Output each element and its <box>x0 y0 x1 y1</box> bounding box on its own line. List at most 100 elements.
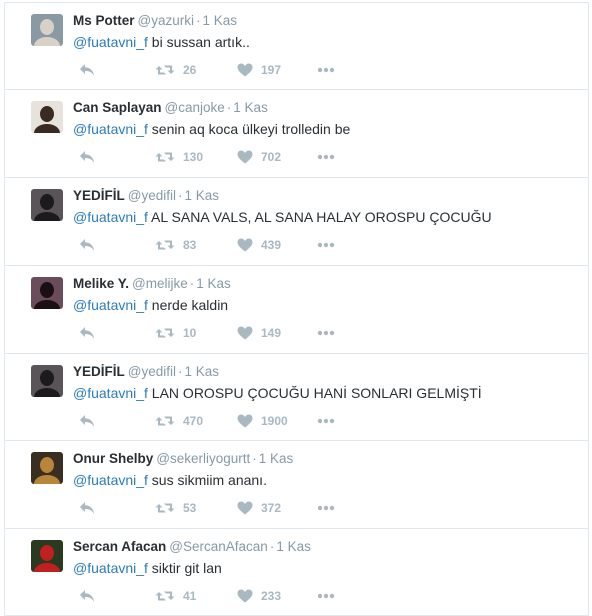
username[interactable]: @yedifil <box>128 364 176 379</box>
username[interactable]: @SercanAfacan <box>169 539 268 554</box>
reply-button[interactable] <box>79 235 95 255</box>
display-name[interactable]: YEDİFİL <box>73 188 125 203</box>
tweet-item[interactable]: Sercan Afacan @SercanAfacan · 1 Kas @fuatavn… <box>4 529 589 616</box>
retweet-button[interactable]: 53 <box>155 498 196 518</box>
mention-link[interactable]: @fuatavni_f <box>73 34 148 50</box>
more-dots-icon <box>317 154 335 160</box>
display-name[interactable]: Ms Potter <box>73 13 135 28</box>
tweet-header: Can Saplayan @canjoke · 1 Kas <box>73 100 268 115</box>
avatar[interactable] <box>31 101 63 133</box>
separator-dot: · <box>252 451 257 466</box>
like-button[interactable]: 702 <box>237 147 281 167</box>
tweet-item[interactable]: Can Saplayan @canjoke · 1 Kas @fuatavni_f se… <box>4 90 589 178</box>
reply-button[interactable] <box>79 60 95 80</box>
tweet-item[interactable]: Ms Potter @yazurki · 1 Kas @fuatavni_f bi su… <box>4 2 589 90</box>
reply-button[interactable] <box>79 147 95 167</box>
display-name[interactable]: YEDİFİL <box>73 364 125 379</box>
more-button[interactable] <box>317 411 335 431</box>
tweet-body: nerde kaldin <box>147 297 229 313</box>
retweet-icon <box>155 589 175 603</box>
like-button[interactable]: 197 <box>237 60 281 80</box>
retweet-icon <box>155 414 175 428</box>
mention-link[interactable]: @fuatavni_f <box>73 472 148 488</box>
tweet-actions: 26 197 <box>73 60 373 80</box>
separator-dot: · <box>189 276 195 291</box>
retweet-button[interactable]: 83 <box>155 235 196 255</box>
like-button[interactable]: 149 <box>237 323 281 343</box>
avatar[interactable] <box>31 189 63 221</box>
timestamp[interactable]: 1 Kas <box>185 188 220 203</box>
reply-icon <box>79 589 95 603</box>
heart-icon <box>237 238 253 252</box>
retweet-button[interactable]: 10 <box>155 323 196 343</box>
reply-button[interactable] <box>79 411 95 431</box>
tweet-header: Onur Shelby @sekerliyogurtt · 1 Kas <box>73 451 293 466</box>
tweet-actions: 470 1900 <box>73 411 373 431</box>
username[interactable]: @sekerliyogurtt <box>156 451 250 466</box>
more-button[interactable] <box>317 498 335 518</box>
retweet-button[interactable]: 41 <box>155 586 196 606</box>
more-button[interactable] <box>317 323 335 343</box>
retweet-button[interactable]: 470 <box>155 411 203 431</box>
tweet-actions: 130 702 <box>73 147 373 167</box>
tweet-item[interactable]: Onur Shelby @sekerliyogurtt · 1 Kas @fuatavn… <box>4 441 589 529</box>
username[interactable]: @yazurki <box>138 13 194 28</box>
tweet-text: @fuatavni_f nerde kaldin <box>73 297 228 313</box>
more-button[interactable] <box>317 60 335 80</box>
reply-button[interactable] <box>79 323 95 343</box>
avatar[interactable] <box>31 365 63 397</box>
more-button[interactable] <box>317 147 335 167</box>
tweet-body: siktir git lan <box>147 560 222 576</box>
tweet-item[interactable]: YEDİFİL @yedifil · 1 Kas @fuatavni_f AL SANA… <box>4 178 589 266</box>
avatar[interactable] <box>31 14 63 46</box>
retweet-count: 26 <box>183 63 197 77</box>
timestamp[interactable]: 1 Kas <box>276 539 311 554</box>
more-button[interactable] <box>317 235 335 255</box>
username[interactable]: @melijke <box>132 276 188 291</box>
display-name[interactable]: Sercan Afacan <box>73 539 166 554</box>
retweet-icon <box>155 501 175 515</box>
mention-link[interactable]: @fuatavni_f <box>73 385 148 401</box>
reply-button[interactable] <box>79 586 95 606</box>
tweet-body: LAN OROSPU ÇOCUĞU HANİ SONLARI GELMİŞTİ <box>147 385 482 401</box>
retweet-count: 10 <box>183 326 197 340</box>
separator-dot: · <box>178 364 183 379</box>
avatar[interactable] <box>31 452 63 484</box>
username[interactable]: @canjoke <box>165 100 225 115</box>
timestamp[interactable]: 1 Kas <box>202 13 237 28</box>
separator-dot: · <box>226 100 232 115</box>
retweet-button[interactable]: 130 <box>155 147 203 167</box>
timestamp[interactable]: 1 Kas <box>259 451 294 466</box>
like-count: 197 <box>261 63 282 77</box>
retweet-count: 41 <box>183 589 197 603</box>
tweet-item[interactable]: Melike Y. @melijke · 1 Kas @fuatavni_f nerde… <box>4 266 589 354</box>
like-button[interactable]: 439 <box>237 235 281 255</box>
avatar[interactable] <box>31 277 63 309</box>
like-button[interactable]: 372 <box>237 498 281 518</box>
retweet-count: 470 <box>183 414 204 428</box>
display-name[interactable]: Melike Y. <box>73 276 129 291</box>
mention-link[interactable]: @fuatavni_f <box>73 560 148 576</box>
tweet-actions: 53 372 <box>73 498 373 518</box>
like-button[interactable]: 1900 <box>237 411 288 431</box>
more-dots-icon <box>317 242 335 248</box>
tweet-item[interactable]: YEDİFİL @yedifil · 1 Kas @fuatavni_f LAN ORO… <box>4 354 589 441</box>
display-name[interactable]: Onur Shelby <box>73 451 153 466</box>
like-count: 233 <box>261 589 282 603</box>
tweet-header: YEDİFİL @yedifil · 1 Kas <box>73 188 219 203</box>
mention-link[interactable]: @fuatavni_f <box>73 297 148 313</box>
avatar[interactable] <box>31 540 63 572</box>
timestamp[interactable]: 1 Kas <box>196 276 231 291</box>
mention-link[interactable]: @fuatavni_f <box>73 209 148 225</box>
retweet-button[interactable]: 26 <box>155 60 196 80</box>
reply-button[interactable] <box>79 498 95 518</box>
display-name[interactable]: Can Saplayan <box>73 100 162 115</box>
like-button[interactable]: 233 <box>237 586 281 606</box>
mention-link[interactable]: @fuatavni_f <box>73 121 148 137</box>
more-button[interactable] <box>317 586 335 606</box>
tweet-header: YEDİFİL @yedifil · 1 Kas <box>73 364 219 379</box>
more-dots-icon <box>317 505 335 511</box>
username[interactable]: @yedifil <box>128 188 176 203</box>
timestamp[interactable]: 1 Kas <box>185 364 220 379</box>
timestamp[interactable]: 1 Kas <box>233 100 268 115</box>
